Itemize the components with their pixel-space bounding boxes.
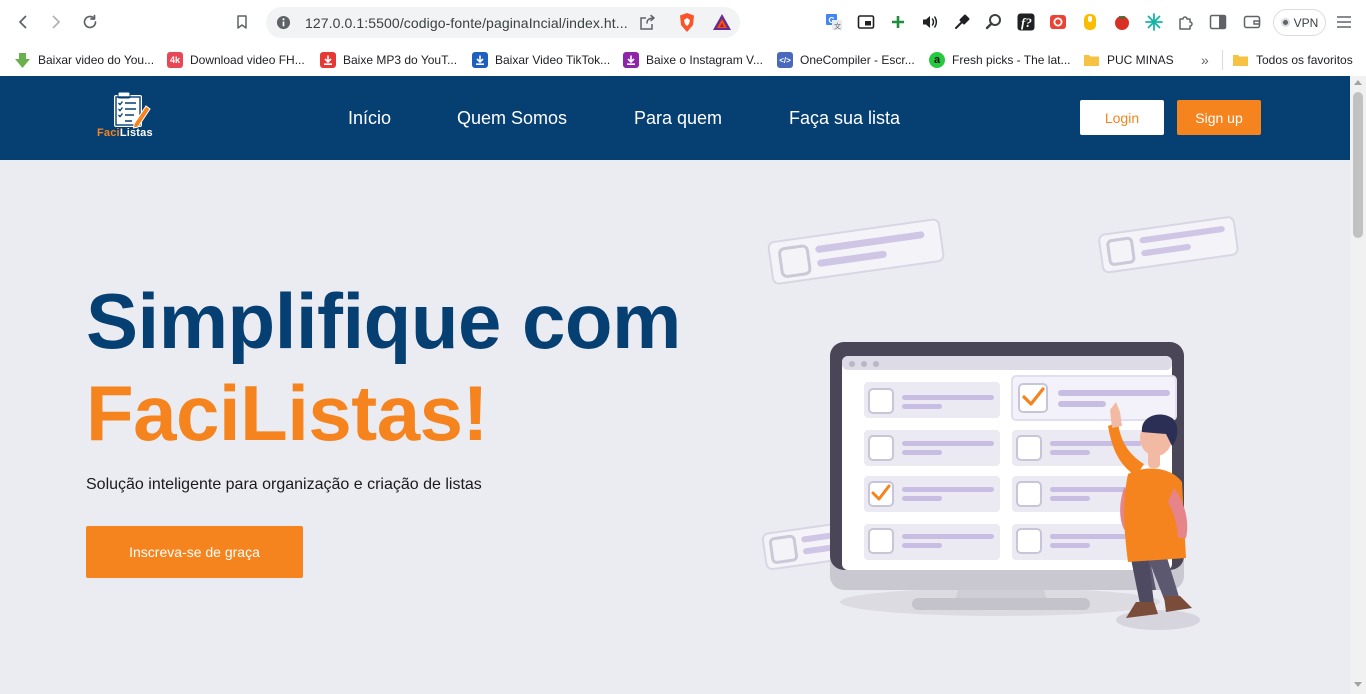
menu-icon: [1337, 16, 1351, 28]
f-extension-icon: f?: [1017, 13, 1035, 31]
hand-extension[interactable]: [1080, 12, 1100, 32]
folder-icon: [1233, 55, 1248, 66]
a-logo-icon: a: [929, 52, 945, 68]
search-extension-icon: [985, 14, 1001, 30]
site-navbar: FaciListas Início Quem Somos Para quem F…: [0, 76, 1350, 160]
scroll-thumb[interactable]: [1353, 92, 1363, 238]
audio-icon: [923, 16, 938, 28]
bookmark-item[interactable]: Baixe o Instagram V...: [623, 49, 763, 71]
bookmark-item[interactable]: </> OneCompiler - Escr...: [777, 49, 915, 71]
svg-text:f?: f?: [1021, 15, 1032, 30]
sidebar-icon: [1209, 14, 1227, 30]
bookmark-icon: [237, 15, 247, 29]
browser-toolbar: 127.0.0.1:5500/codigo-fonte/paginaIncial…: [0, 0, 1366, 44]
extensions-button[interactable]: [1176, 12, 1196, 32]
bookmark-item[interactable]: 4k Download video FH...: [167, 49, 305, 71]
address-bar[interactable]: 127.0.0.1:5500/codigo-fonte/paginaIncial…: [266, 7, 740, 38]
bookmark-item[interactable]: Baixar Video TikTok...: [472, 49, 610, 71]
scroll-up-arrow-icon[interactable]: [1354, 80, 1362, 85]
vpn-button[interactable]: VPN: [1273, 9, 1326, 36]
nav-link-para-quem[interactable]: Para quem: [634, 108, 722, 129]
download-arrow-icon: [15, 52, 30, 68]
vpn-label: VPN: [1293, 15, 1319, 30]
eyedropper-icon: [955, 14, 970, 29]
bookmarks-overflow-button[interactable]: »: [1201, 49, 1209, 71]
svg-text:文: 文: [834, 22, 841, 31]
sparkle-extension-icon: [1145, 13, 1163, 31]
nav-link-quem-somos[interactable]: Quem Somos: [457, 108, 567, 129]
url-text[interactable]: 127.0.0.1:5500/codigo-fonte/paginaIncial…: [305, 15, 628, 31]
search-extension[interactable]: [984, 12, 1004, 32]
nav-link-faca-sua-lista[interactable]: Faça sua lista: [789, 108, 900, 129]
bookmarks-divider: [1222, 50, 1223, 70]
site-info-icon[interactable]: [276, 15, 291, 30]
wallet-icon: [1243, 15, 1261, 29]
bookmarks-bar: Baixar video do You... 4k Download video…: [0, 44, 1366, 76]
code-icon: </>: [777, 52, 793, 68]
hero-subtitle: Solução inteligente para organização e c…: [86, 476, 482, 493]
back-button[interactable]: [9, 8, 37, 36]
tomato-extension[interactable]: [1112, 12, 1132, 32]
picture-in-picture-extension[interactable]: [856, 12, 876, 32]
hand-extension-icon: [1084, 14, 1096, 30]
sparkle-extension[interactable]: [1144, 12, 1164, 32]
floating-card-top-left: [767, 218, 945, 285]
signup-button[interactable]: Sign up: [1177, 100, 1261, 135]
logo-wordmark[interactable]: FaciListas: [97, 127, 153, 139]
bookmark-item[interactable]: Baixar video do You...: [14, 49, 154, 71]
camera-extension[interactable]: [1048, 12, 1068, 32]
page-scrollbar[interactable]: [1350, 76, 1366, 694]
reload-button[interactable]: [76, 8, 104, 36]
bookmark-item[interactable]: Baixe MP3 do YouT...: [320, 49, 457, 71]
translate-extension[interactable]: G文: [824, 12, 844, 32]
extensions-puzzle-icon: [1179, 16, 1193, 30]
forward-icon: [52, 15, 60, 29]
login-button[interactable]: Login: [1080, 100, 1164, 135]
picture-in-picture-icon: [857, 15, 875, 29]
reload-icon: [83, 14, 97, 29]
camera-extension-icon: [1050, 15, 1066, 29]
download-icon: [623, 52, 639, 68]
plus-extension[interactable]: [888, 12, 908, 32]
audio-extension[interactable]: [920, 12, 940, 32]
scroll-down-arrow-icon[interactable]: [1354, 682, 1362, 687]
sidebar-button[interactable]: [1208, 12, 1228, 32]
signup-free-button[interactable]: Inscreva-se de graça: [86, 526, 303, 578]
checklist-illustration: [761, 216, 1239, 630]
browser-menu-button[interactable]: [1334, 12, 1354, 32]
bookmark-button[interactable]: [228, 8, 256, 36]
floating-card-top-right: [1098, 216, 1239, 274]
download-icon: [472, 52, 488, 68]
download-icon: [320, 52, 336, 68]
tomato-extension-icon: [1115, 15, 1129, 30]
bookmark-item[interactable]: a Fresh picks - The lat...: [929, 49, 1070, 71]
share-icon[interactable]: [638, 14, 656, 31]
plus-extension-icon: [892, 16, 904, 28]
bookmark-folder[interactable]: PUC MINAS: [1083, 49, 1174, 71]
back-icon: [19, 15, 27, 29]
vpn-status-icon: [1280, 18, 1290, 27]
hero-title-line2: FaciListas!: [86, 369, 488, 457]
brave-rewards-icon[interactable]: [712, 13, 732, 31]
nav-link-inicio[interactable]: Início: [348, 108, 391, 129]
4k-icon: 4k: [167, 52, 183, 68]
brave-shields-icon[interactable]: [678, 12, 696, 33]
f-extension[interactable]: f?: [1016, 12, 1036, 32]
forward-button[interactable]: [42, 8, 70, 36]
page-content: FaciListas Início Quem Somos Para quem F…: [0, 76, 1350, 694]
folder-icon: [1084, 55, 1099, 66]
eyedropper-extension[interactable]: [952, 12, 972, 32]
all-favorites-folder[interactable]: Todos os favoritos: [1232, 49, 1353, 71]
translate-icon: G文: [826, 14, 842, 31]
hero-title-line1: Simplifique com: [86, 277, 681, 365]
wallet-button[interactable]: [1242, 12, 1262, 32]
